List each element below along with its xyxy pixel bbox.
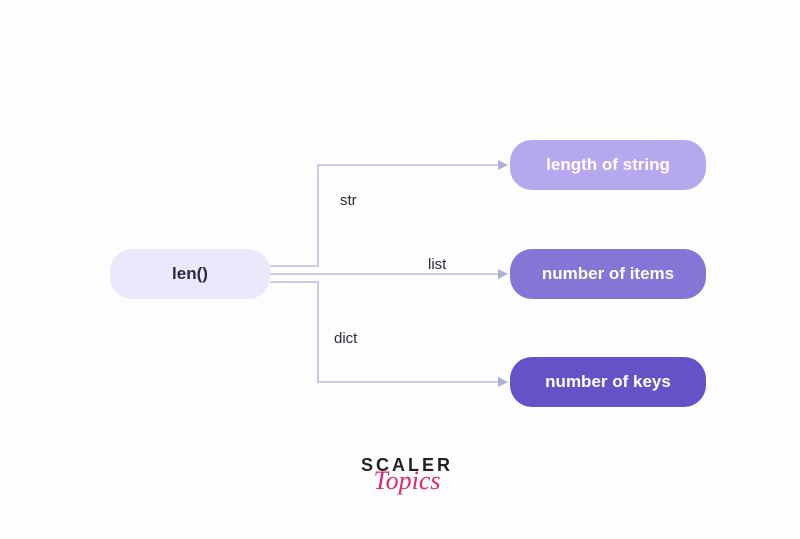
edge-label-list: list bbox=[424, 256, 450, 273]
output-node-list: number of items bbox=[510, 249, 706, 299]
output-node-str: length of string bbox=[510, 140, 706, 190]
edge-label-str: str bbox=[336, 192, 361, 209]
source-label: len() bbox=[172, 264, 208, 284]
source-node-len: len() bbox=[110, 249, 270, 299]
brand-logo: SCALER Topics bbox=[352, 455, 462, 494]
edge-label-dict: dict bbox=[330, 330, 361, 347]
output-label-dict: number of keys bbox=[545, 372, 671, 392]
output-label-list: number of items bbox=[542, 264, 674, 284]
output-label-str: length of string bbox=[546, 155, 670, 175]
diagram-canvas: len() length of string number of items n… bbox=[0, 0, 800, 539]
output-node-dict: number of keys bbox=[510, 357, 706, 407]
